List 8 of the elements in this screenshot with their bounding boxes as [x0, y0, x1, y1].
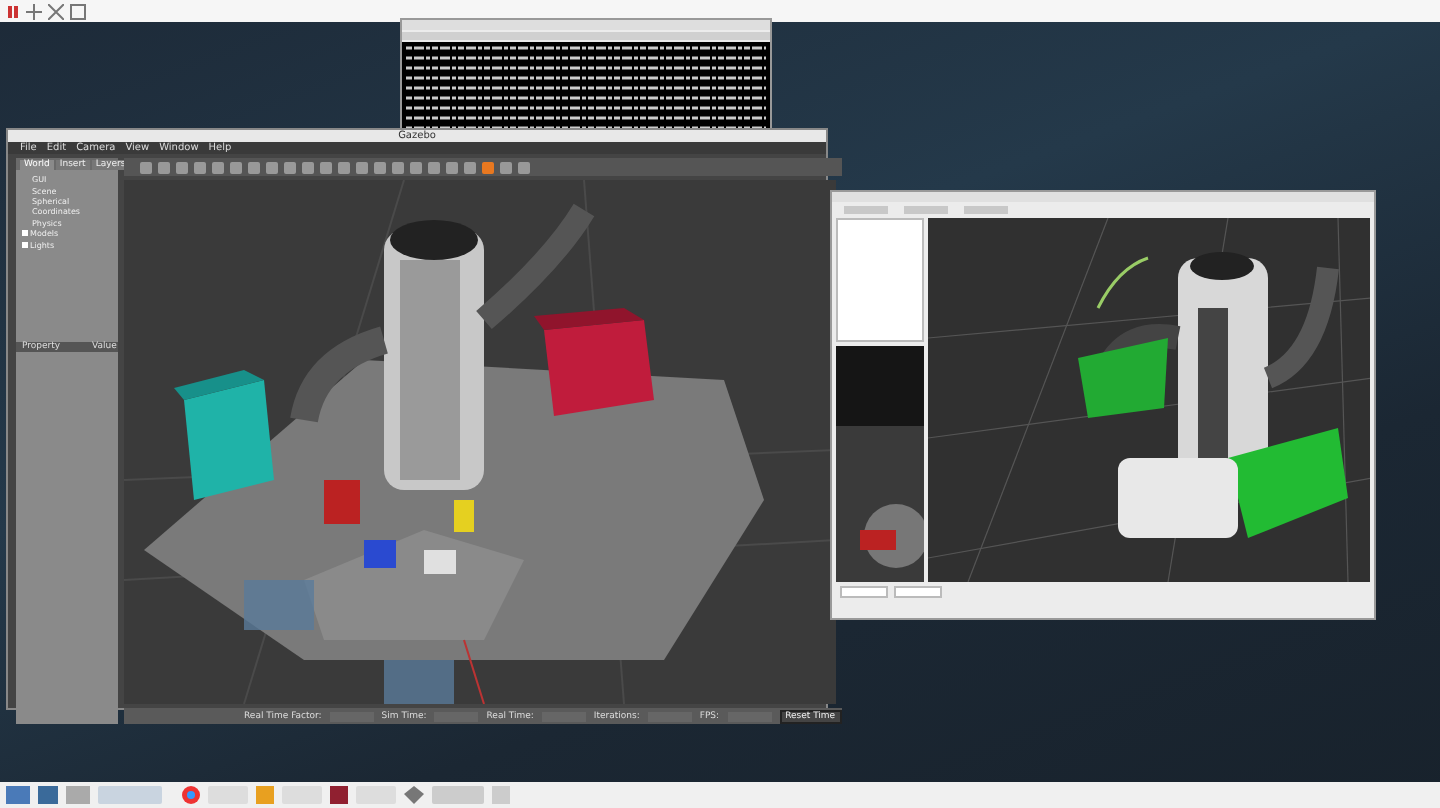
app-icon[interactable] — [404, 786, 424, 804]
input-field[interactable] — [894, 586, 942, 598]
displays-panel — [836, 218, 924, 342]
input-field[interactable] — [840, 586, 888, 598]
browser-icon[interactable] — [182, 786, 200, 804]
move-icon[interactable] — [26, 3, 42, 19]
pause-icon[interactable] — [6, 3, 20, 19]
window-icon[interactable] — [70, 3, 86, 19]
